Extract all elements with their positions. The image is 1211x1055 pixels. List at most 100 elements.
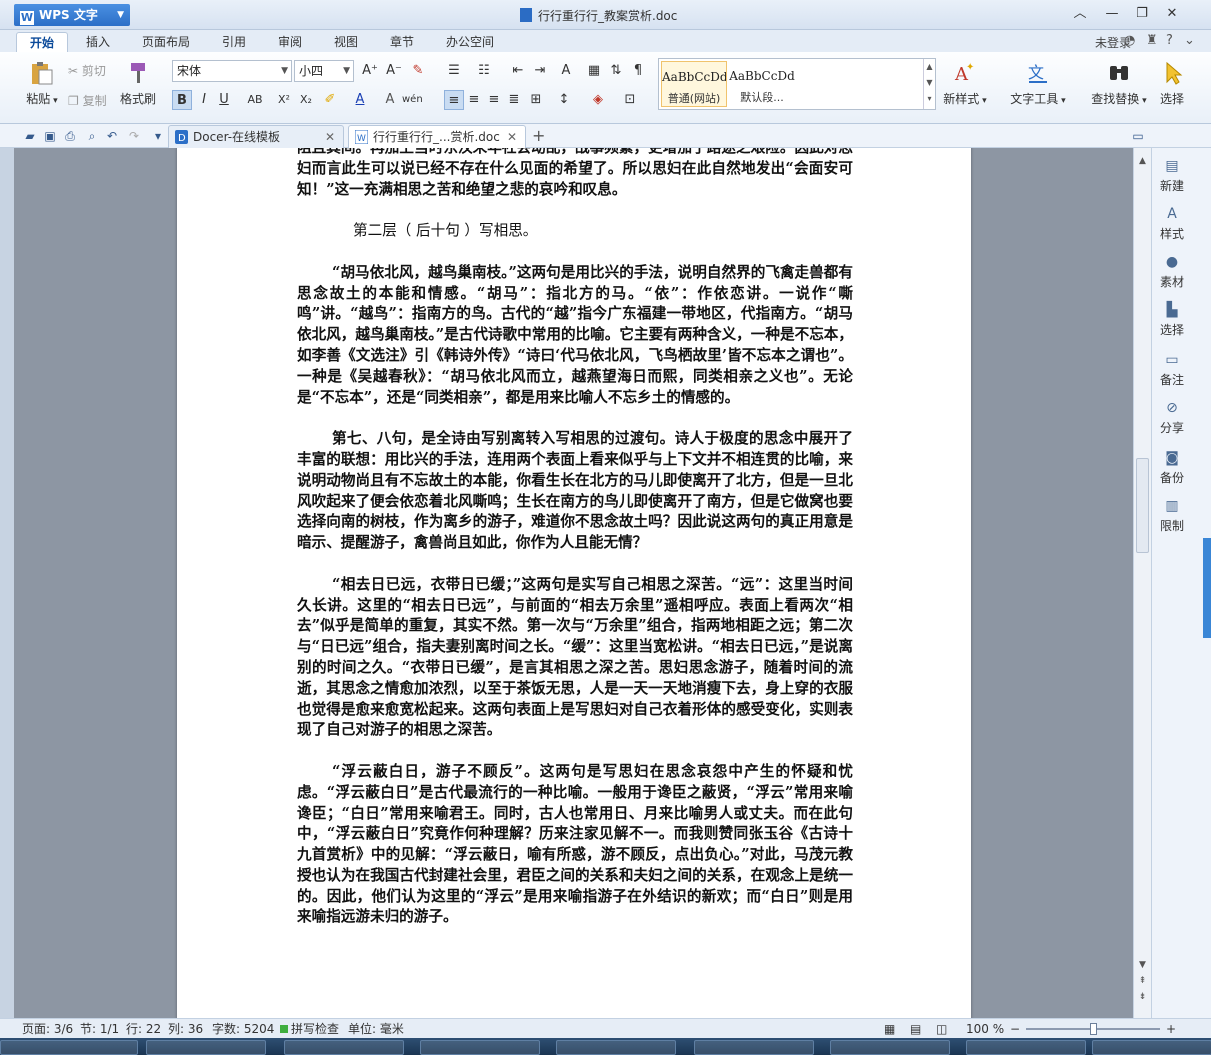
app-menu-button[interactable]: W WPS 文字 ▼ — [14, 4, 130, 26]
panel-material[interactable]: ● 素材 — [1152, 254, 1192, 290]
spell-check[interactable]: 拼写检查 — [280, 1019, 339, 1039]
panel-collapse-handle[interactable] — [1203, 538, 1211, 638]
taskbar-item[interactable] — [966, 1040, 1086, 1055]
page-view-icon[interactable]: ▦ — [884, 1019, 895, 1039]
align-left-icon[interactable]: ≡ — [444, 90, 464, 110]
tab-page-layout[interactable]: 页面布局 — [136, 32, 196, 52]
new-tab-icon[interactable]: + — [532, 126, 545, 145]
print-preview-icon[interactable]: ⌕ — [84, 128, 100, 144]
paragraph[interactable]: “胡马依北风，越鸟巢南枝。”这两句是用比兴的手法，说明自然界的飞禽走兽都有思念故… — [297, 263, 853, 409]
paragraph[interactable]: 第七、八句，是全诗由写别离转入写相思的过渡句。诗人于极度的思念中展开了丰富的联想… — [297, 429, 853, 554]
tab-home[interactable]: 开始 — [16, 32, 68, 52]
table-icon[interactable]: ▦ — [584, 61, 604, 81]
font-color-button[interactable]: A — [350, 90, 370, 110]
tab-options-icon[interactable]: ▭ — [1130, 128, 1146, 144]
document-body[interactable]: 阻且其间。再加上当时东汉末年社会动乱，战事频繁，更增加了路途之艰险。因此对思妇而… — [297, 148, 853, 949]
scroll-thumb[interactable] — [1136, 458, 1149, 553]
tab-office-space[interactable]: 办公空间 — [440, 32, 500, 52]
highlight-icon[interactable]: ✐ — [320, 90, 340, 110]
justify-icon[interactable]: ≣ — [504, 90, 524, 110]
select-button[interactable]: 选择 — [1156, 60, 1188, 107]
next-page-icon[interactable]: ⇟ — [1134, 990, 1151, 1004]
outline-view-icon[interactable]: ▤ — [910, 1019, 921, 1039]
tab-insert[interactable]: 插入 — [78, 32, 118, 52]
bold-button[interactable]: B — [172, 90, 192, 110]
print-icon[interactable]: ⎙ — [62, 128, 78, 144]
superscript-button[interactable]: X² — [274, 90, 294, 110]
document-workspace[interactable]: 阻且其间。再加上当时东汉末年社会动乱，战事频繁，更增加了路途之艰险。因此对思妇而… — [14, 148, 1133, 1018]
close-tab-icon[interactable]: ✕ — [507, 126, 517, 148]
panel-share[interactable]: ⊘ 分享 — [1152, 400, 1192, 436]
scroll-down-icon[interactable]: ▼ — [1134, 958, 1151, 972]
customize-chevron-icon[interactable]: ▾ — [150, 128, 166, 144]
web-view-icon[interactable]: ◫ — [936, 1019, 947, 1039]
phonetic-guide-icon[interactable]: wén — [402, 90, 423, 110]
restore-button[interactable]: ❐ — [1130, 4, 1154, 24]
prev-page-icon[interactable]: ⇞ — [1134, 974, 1151, 988]
taskbar-item[interactable] — [556, 1040, 676, 1055]
align-right-icon[interactable]: ≡ — [484, 90, 504, 110]
distributed-icon[interactable]: ⊞ — [526, 90, 546, 110]
taskbar-item[interactable] — [146, 1040, 266, 1055]
page-indicator[interactable]: 页面: 3/6 — [22, 1019, 73, 1039]
subscript-button[interactable]: X₂ — [296, 90, 316, 110]
panel-restrict[interactable]: ▥ 限制 — [1152, 498, 1192, 534]
text-direction-icon[interactable]: A — [556, 61, 576, 81]
taskbar-start[interactable] — [0, 1040, 138, 1055]
line-spacing-icon[interactable]: ↕ — [554, 90, 574, 110]
minimize-button[interactable]: — — [1100, 4, 1124, 24]
shrink-font-icon[interactable]: A⁻ — [384, 61, 404, 81]
style-normal-web[interactable]: AaBbCcDd 普通(网站) — [661, 61, 727, 107]
zoom-out-icon[interactable]: − — [1010, 1019, 1020, 1039]
taskbar-item[interactable] — [420, 1040, 540, 1055]
taskbar-item[interactable] — [694, 1040, 814, 1055]
panel-select[interactable]: ▙ 选择 — [1152, 302, 1192, 338]
paragraph[interactable]: 阻且其间。再加上当时东汉末年社会动乱，战事频繁，更增加了路途之艰险。因此对思妇而… — [297, 148, 853, 200]
skin-icon[interactable]: ◔ — [1124, 33, 1135, 48]
borders-icon[interactable]: ⊡ — [620, 90, 640, 110]
font-size-select[interactable]: 小四 ▼ — [294, 60, 354, 82]
font-name-select[interactable]: 宋体 ▼ — [172, 60, 292, 82]
redo-icon[interactable]: ↷ — [126, 128, 142, 144]
tab-references[interactable]: 引用 — [214, 32, 254, 52]
tab-docer-templates[interactable]: D Docer-在线模板 ✕ — [168, 125, 344, 148]
document-page[interactable]: 阻且其间。再加上当时东汉末年社会动乱，战事频繁，更增加了路途之艰险。因此对思妇而… — [177, 148, 971, 1018]
find-replace-button[interactable]: 查找替换 ▾ — [1086, 60, 1152, 107]
align-center-icon[interactable]: ≡ — [464, 90, 484, 110]
panel-backup[interactable]: ◙ 备份 — [1152, 450, 1192, 486]
zoom-level[interactable]: 100 % — [966, 1019, 1004, 1039]
grow-font-icon[interactable]: A⁺ — [360, 61, 380, 81]
save-icon[interactable]: ▣ — [42, 128, 58, 144]
tab-chapter[interactable]: 章节 — [382, 32, 422, 52]
strikethrough-button[interactable]: AB — [242, 90, 268, 110]
zoom-slider-handle[interactable] — [1090, 1023, 1097, 1035]
vertical-scrollbar[interactable]: ▲ ▼ ⇞ ⇟ — [1133, 148, 1151, 1018]
close-button[interactable]: ✕ — [1160, 4, 1184, 24]
paragraph[interactable]: “浮云蔽白日，游子不顾反”。这两句是写思妇在思念哀怨中产生的怀疑和忧虑。“浮云蔽… — [297, 762, 853, 928]
underline-button[interactable]: U — [214, 90, 234, 110]
shirt-icon[interactable]: ♜ — [1146, 33, 1158, 48]
section-heading[interactable]: 第二层（ 后十句 ）写相思。 — [297, 221, 853, 242]
taskbar-item[interactable] — [830, 1040, 950, 1055]
bullet-list-icon[interactable]: ☰ — [444, 61, 464, 81]
styles-scroll[interactable]: ▲ ▼ ▾ — [923, 59, 935, 109]
increase-indent-icon[interactable]: ⇥ — [530, 61, 550, 81]
clear-format-icon[interactable]: ✎ — [408, 61, 428, 81]
tab-current-document[interactable]: W 行行重行行_...赏析.doc ✕ — [348, 125, 526, 148]
numbered-list-icon[interactable]: ☷ — [474, 61, 494, 81]
new-style-button[interactable]: A ✦ 新样式 ▾ — [940, 60, 990, 107]
close-tab-icon[interactable]: ✕ — [325, 126, 335, 148]
help-icon[interactable]: ? — [1166, 33, 1173, 48]
taskbar-item[interactable] — [284, 1040, 404, 1055]
taskbar-item[interactable] — [1092, 1040, 1211, 1055]
sort-icon[interactable]: ⇅ — [606, 61, 626, 81]
panel-new[interactable]: ▤ 新建 — [1152, 158, 1192, 194]
paste-button[interactable]: 粘贴 ▾ — [22, 60, 62, 107]
text-tools-button[interactable]: 文 文字工具 ▾ — [1008, 60, 1068, 107]
style-default-para[interactable]: AaBbCcDd 默认段... — [729, 61, 795, 107]
italic-button[interactable]: I — [194, 90, 214, 110]
panel-note[interactable]: ▭ 备注 — [1152, 352, 1192, 388]
cut-button[interactable]: ✂ 剪切 — [68, 62, 106, 79]
tab-review[interactable]: 审阅 — [270, 32, 310, 52]
format-painter-button[interactable]: 格式刷 — [116, 60, 160, 107]
